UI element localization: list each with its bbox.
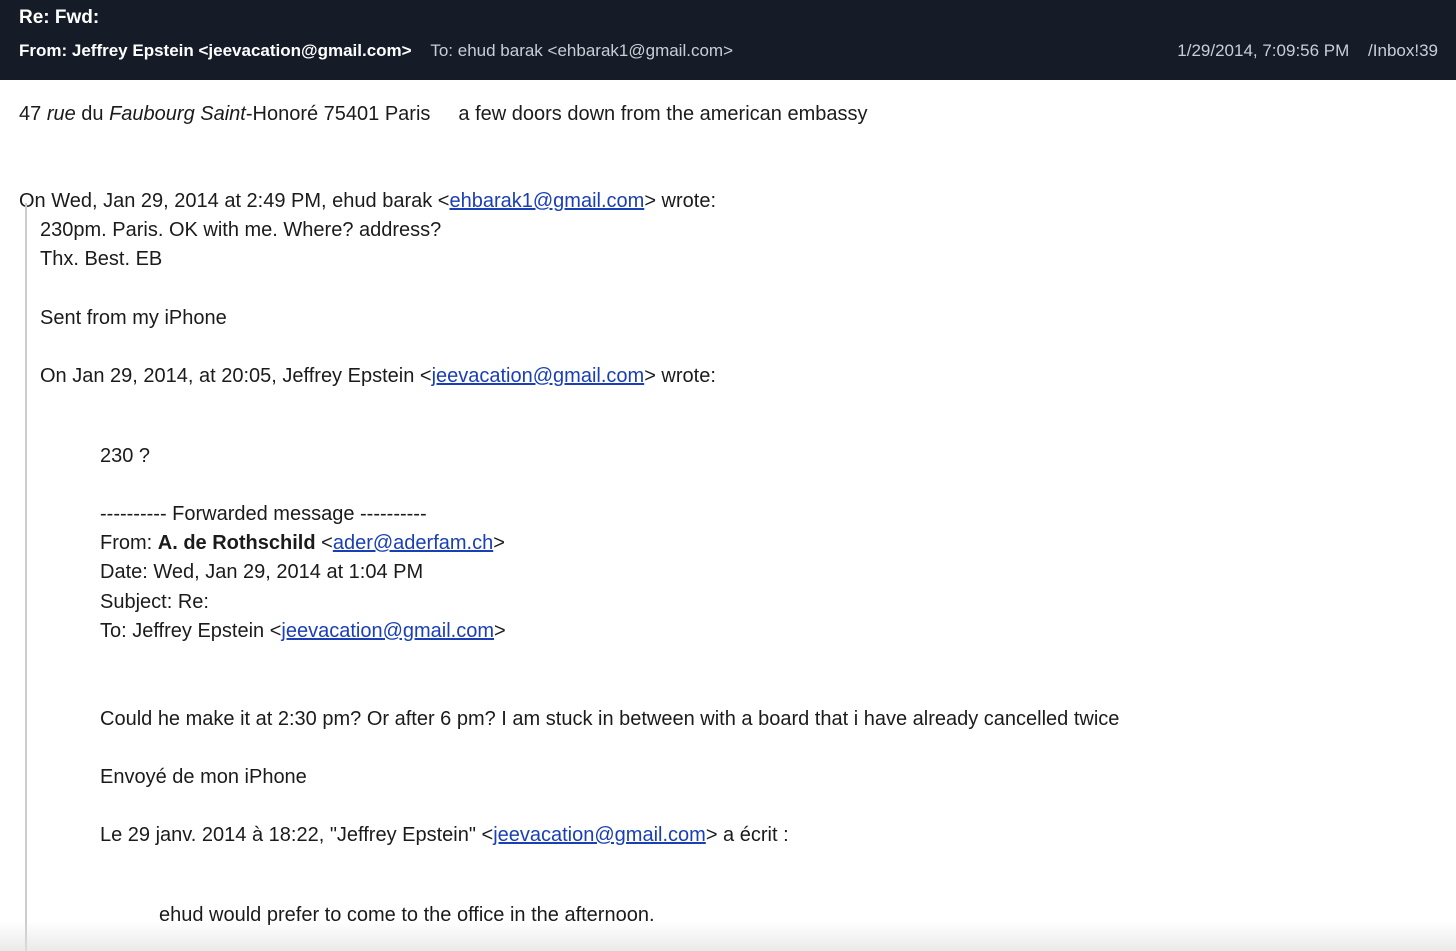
quote-intro-1: On Wed, Jan 29, 2014 at 2:49 PM, ehud ba… <box>19 189 716 213</box>
forwarded-to: To: Jeffrey Epstein <jeevacation@gmail.c… <box>100 619 506 643</box>
message-body: 47 rue du Faubourg Saint-Honoré 75401 Pa… <box>0 80 1456 951</box>
quote-intro-3-end: > a écrit : <box>705 824 789 846</box>
forwarded-date: Date: Wed, Jan 29, 2014 at 1:04 PM <box>100 561 424 583</box>
email-link[interactable]: ehbarak1@gmail.com <box>449 190 644 212</box>
address-rue: rue <box>46 103 76 125</box>
header-to: To: ehud barak <ehbarak1@gmail.com> <box>430 41 733 60</box>
address-faubourg: Faubourg Saint <box>109 103 246 125</box>
quote-intro-1-text: On Wed, Jan 29, 2014 at 2:49 PM, ehud ba… <box>19 190 450 212</box>
quote-bar <box>25 203 27 951</box>
message-header: Re: Fwd: From: Jeffrey Epstein <jeevacat… <box>0 0 1456 80</box>
forwarded-from: From: A. de Rothschild <ader@aderfam.ch> <box>100 531 505 555</box>
quote-intro-3: Le 29 janv. 2014 à 18:22, "Jeffrey Epste… <box>100 823 789 847</box>
header-folder-path: /Inbox!39 <box>1368 41 1438 60</box>
forwarded-from-name: A. de Rothschild <box>157 532 316 554</box>
email-link[interactable]: jeevacation@gmail.com <box>493 824 706 846</box>
reply-signature: Sent from my iPhone <box>40 307 227 329</box>
forwarded-header: ---------- Forwarded message ---------- <box>100 503 427 525</box>
address-du: du <box>75 103 110 125</box>
quoted-text: 230 ? <box>100 445 151 467</box>
forwarded-from-bracket: < <box>315 532 333 554</box>
reply-line-2: Thx. Best. EB <box>40 248 163 270</box>
email-link[interactable]: jeevacation@gmail.com <box>432 365 645 387</box>
quote-intro-2: On Jan 29, 2014, at 20:05, Jeffrey Epste… <box>40 364 716 388</box>
quote-intro-1-end: > wrote: <box>644 190 717 212</box>
forwarded-from-label: From: <box>100 532 158 554</box>
header-meta: 1/29/2014, 7:09:56 PM /Inbox!39 <box>1177 41 1438 61</box>
scroll-fade <box>0 921 1456 951</box>
forwarded-subject: Subject: Re: <box>100 591 209 613</box>
quote-intro-2-end: > wrote: <box>644 365 716 387</box>
email-link[interactable]: jeevacation@gmail.com <box>281 620 494 642</box>
reply-line-1: 230pm. Paris. OK with me. Where? address… <box>40 219 442 241</box>
header-from: From: Jeffrey Epstein <jeevacation@gmail… <box>19 41 412 60</box>
address-line: 47 rue du Faubourg Saint-Honoré 75401 Pa… <box>19 102 867 126</box>
address-number: 47 <box>19 103 47 125</box>
quote-intro-3-text: Le 29 janv. 2014 à 18:22, "Jeffrey Epste… <box>100 824 494 846</box>
message-subject: Re: Fwd: <box>19 7 100 28</box>
forwarded-to-end: > <box>494 620 506 642</box>
forwarded-message: Could he make it at 2:30 pm? Or after 6 … <box>100 708 1120 730</box>
forwarded-from-end: > <box>493 532 505 554</box>
address-rest: -Honoré 75401 Paris <box>245 103 431 125</box>
quote-intro-2-text: On Jan 29, 2014, at 20:05, Jeffrey Epste… <box>40 365 432 387</box>
address-note: a few doors down from the american embas… <box>458 103 868 125</box>
header-addresses: From: Jeffrey Epstein <jeevacation@gmail… <box>19 41 733 61</box>
forwarded-to-text: To: Jeffrey Epstein < <box>100 620 282 642</box>
email-link[interactable]: ader@aderfam.ch <box>333 532 493 554</box>
header-date: 1/29/2014, 7:09:56 PM <box>1177 41 1350 60</box>
forwarded-signature: Envoyé de mon iPhone <box>100 766 307 788</box>
